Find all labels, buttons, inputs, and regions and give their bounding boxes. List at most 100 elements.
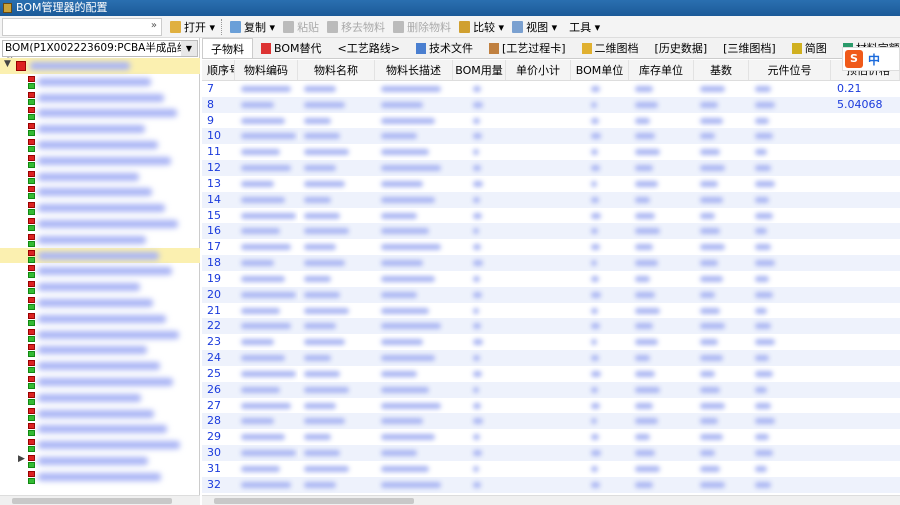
tree-node[interactable] (0, 390, 200, 406)
tree-node[interactable] (0, 342, 200, 358)
tree-node[interactable] (0, 137, 200, 153)
delete-material-button[interactable]: 删除物料 (393, 19, 451, 35)
column-header[interactable]: 物料编码 (235, 60, 298, 80)
expand-icon[interactable]: ▼ (4, 59, 11, 69)
column-header[interactable]: 单价小计 (506, 60, 571, 80)
column-header[interactable]: BOM单位 (571, 60, 629, 80)
tab-1[interactable]: BOM替代 (253, 38, 330, 58)
tab-8[interactable]: 简图 (784, 38, 835, 58)
tree-node[interactable] (0, 121, 200, 137)
table-row[interactable]: 8 5.04068 (202, 96, 900, 113)
scroll-thumb[interactable] (12, 498, 172, 504)
cell (298, 223, 375, 239)
table-row[interactable]: 24 (202, 350, 900, 366)
tab-6[interactable]: [历史数据] (647, 38, 716, 58)
tab-4[interactable]: [工艺过程卡] (481, 38, 574, 58)
tree-node[interactable] (0, 406, 200, 422)
tree-node[interactable] (0, 247, 200, 264)
tab-0[interactable]: 子物料 (202, 38, 253, 58)
blurred-value (304, 418, 345, 425)
ime-indicator[interactable]: S中 (842, 47, 900, 71)
tree-node[interactable] (0, 184, 200, 200)
tree-node[interactable] (0, 311, 200, 327)
view-button[interactable]: 视图 ▾ (512, 19, 557, 35)
table-row[interactable]: 18 (202, 255, 900, 271)
tree-node[interactable] (0, 374, 200, 390)
cell (749, 239, 831, 255)
table-row[interactable]: 28 (202, 413, 900, 430)
tab-5[interactable]: 二维图档 (574, 38, 647, 58)
table-row[interactable]: 30 (202, 445, 900, 461)
table-row[interactable]: 9 (202, 113, 900, 129)
table-row[interactable]: 32 (202, 476, 900, 493)
compare-button[interactable]: 比较 ▾ (459, 19, 504, 35)
table-row[interactable]: 11 (202, 144, 900, 160)
tab-3[interactable]: 技术文件 (408, 38, 481, 58)
table-row[interactable]: 20 (202, 286, 900, 303)
title-bar: BOM管理器的配置 (0, 0, 900, 16)
table-row[interactable]: 13 (202, 176, 900, 192)
cell (629, 461, 694, 477)
tree-node[interactable] (0, 358, 200, 374)
tree-node[interactable] (0, 279, 200, 295)
tree-node[interactable] (0, 200, 200, 216)
tree-node[interactable] (0, 295, 200, 311)
remove-material-button[interactable]: 移去物料 (327, 19, 385, 35)
table-row[interactable]: 23 (202, 334, 900, 350)
table-row[interactable]: 21 (202, 303, 900, 319)
tab-2[interactable]: <工艺路线> (330, 38, 408, 58)
column-header[interactable]: 库存单位 (629, 60, 694, 80)
open-button[interactable]: 打开 ▾ (170, 19, 215, 35)
tree-root-node[interactable]: ▼ (0, 58, 200, 74)
column-header[interactable]: 顺序号 (202, 60, 235, 80)
tree-node[interactable] (0, 232, 200, 248)
chevron-down-icon[interactable]: ▼ (181, 41, 197, 56)
column-header[interactable]: 物料长描述 (375, 60, 453, 80)
table-row[interactable]: 29 (202, 429, 900, 445)
table-row[interactable]: 26 (202, 381, 900, 398)
tree-node[interactable] (0, 469, 200, 485)
tree-node[interactable] (0, 105, 200, 121)
table-row[interactable]: 27 (202, 398, 900, 414)
blurred-value (304, 101, 345, 108)
tree-node[interactable] (0, 263, 200, 279)
column-header[interactable]: BOM用量 (453, 60, 506, 80)
table-row[interactable]: 22 (202, 318, 900, 335)
table-row[interactable]: 7 0.21 (202, 81, 900, 97)
copy-button[interactable]: 复制 ▾ (230, 19, 275, 35)
tree-node[interactable] (0, 153, 200, 169)
expand-icon[interactable]: ▶ (18, 454, 25, 464)
tab-7[interactable]: [三维图档] (715, 38, 784, 58)
table-row[interactable]: 31 (202, 461, 900, 477)
tree-node[interactable] (0, 421, 200, 437)
tree-node[interactable] (0, 327, 200, 343)
table-row[interactable]: 14 (202, 191, 900, 208)
tools-button[interactable]: 工具 ▾ (569, 19, 600, 35)
search-dropdown-icon[interactable]: » (151, 20, 157, 31)
tree-node[interactable] (0, 169, 200, 185)
bom-select[interactable]: BOM(P1X002223609:PCBA半成品组件)▼ (2, 40, 198, 69)
table-row[interactable]: 15 (202, 208, 900, 224)
paste-button[interactable]: 粘贴 (283, 19, 319, 35)
tree-node[interactable] (0, 216, 200, 232)
tree-node[interactable] (0, 437, 200, 453)
bom-tree[interactable]: ▼ ▶ (0, 58, 200, 494)
table-row[interactable]: 17 (202, 239, 900, 255)
table-row[interactable]: 25 (202, 366, 900, 382)
table-row[interactable]: 19 (202, 271, 900, 287)
scroll-thumb[interactable] (214, 498, 414, 504)
separator (221, 18, 223, 35)
tree-horizontal-scrollbar[interactable] (0, 495, 200, 505)
tree-node[interactable]: ▶ (0, 453, 200, 469)
tree-node[interactable] (0, 74, 200, 90)
column-header[interactable]: 基数 (694, 60, 749, 80)
column-header[interactable]: 元件位号 (749, 60, 831, 80)
column-header[interactable]: 物料名称 (298, 60, 375, 80)
grid-horizontal-scrollbar[interactable] (202, 495, 900, 505)
table-row[interactable]: 10 (202, 128, 900, 145)
tree-node[interactable] (0, 90, 200, 106)
table-row[interactable]: 12 (202, 160, 900, 176)
table-row[interactable]: 16 (202, 223, 900, 240)
blurred-value (304, 465, 349, 472)
search-input[interactable]: » (2, 17, 162, 36)
